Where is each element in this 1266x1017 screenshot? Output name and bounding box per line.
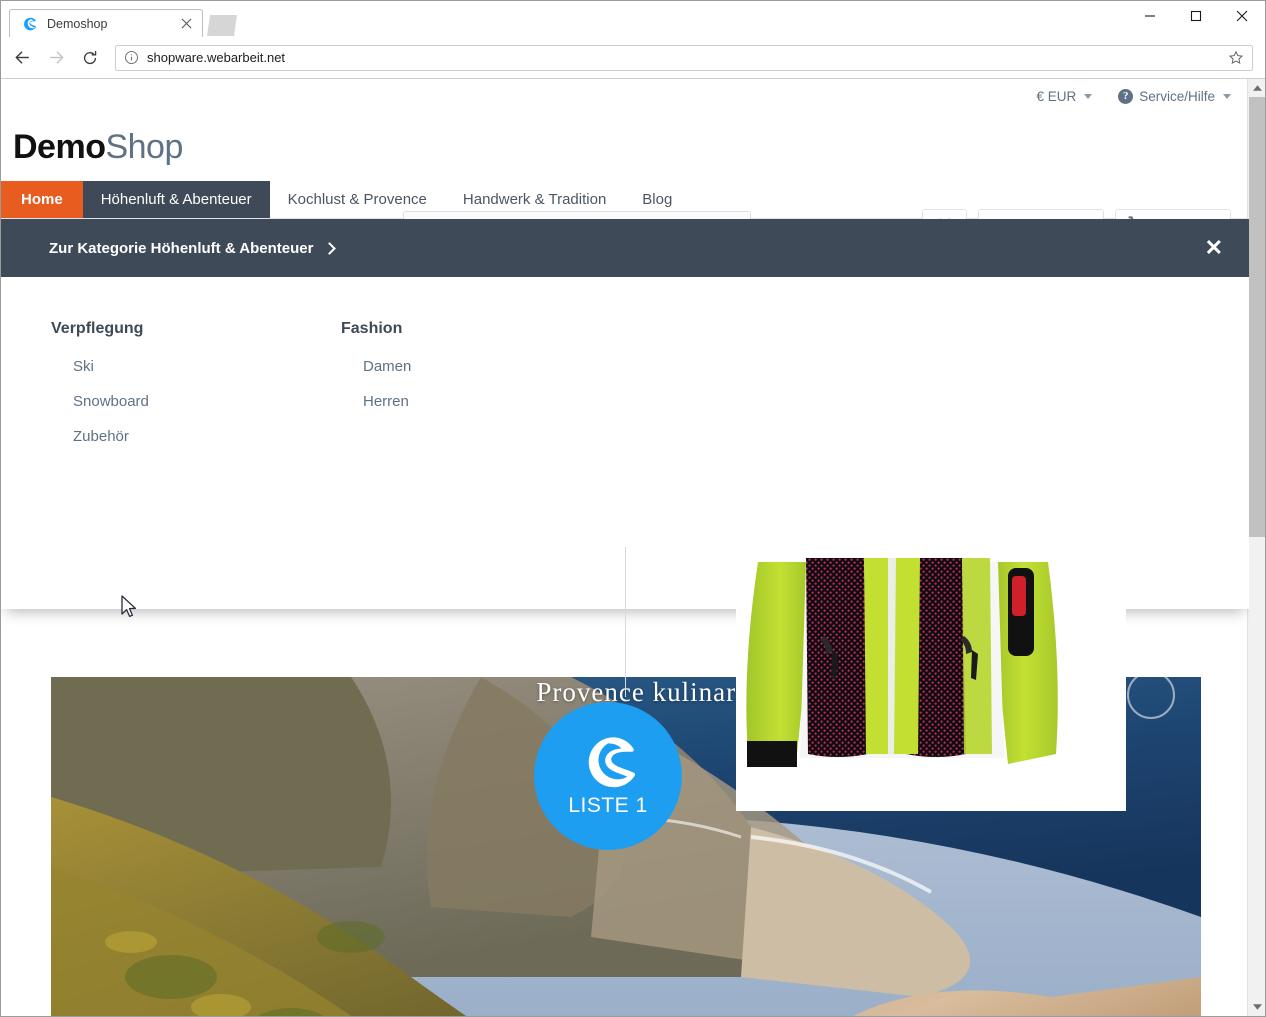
scroll-up-icon[interactable] xyxy=(1248,79,1265,97)
goto-category-link[interactable]: Zur Kategorie Höhenluft & Abenteuer xyxy=(49,239,337,257)
tab-title: Demoshop xyxy=(47,16,108,31)
minimize-button[interactable] xyxy=(1127,1,1173,31)
flyout-link-damen[interactable]: Damen xyxy=(363,358,575,375)
goto-category-label: Zur Kategorie Höhenluft & Abenteuer xyxy=(49,239,314,257)
ski-jacket-teaser-image[interactable] xyxy=(736,558,1126,811)
scroll-down-icon[interactable] xyxy=(1248,998,1265,1016)
currency-label: € EUR xyxy=(1036,88,1077,104)
chevron-right-icon xyxy=(323,241,337,255)
maximize-button[interactable] xyxy=(1173,1,1219,31)
chevron-down-icon xyxy=(1084,93,1093,99)
category-flyout: Zur Kategorie Höhenluft & Abenteuer ✕ Ve… xyxy=(1,219,1249,850)
shop-page: Provence kulinarisch € EUR ? Service/Hil… xyxy=(1,79,1249,1016)
shop-logo[interactable]: DemoShop xyxy=(13,128,183,167)
forward-arrow-icon[interactable] xyxy=(41,43,71,73)
flyout-close-icon[interactable]: ✕ xyxy=(1205,237,1223,259)
question-circle-icon: ? xyxy=(1118,88,1134,104)
page-scrollbar[interactable] xyxy=(1247,79,1265,1016)
logo-light: Shop xyxy=(105,127,183,166)
nav-item-hoehenluft[interactable]: Höhenluft & Abenteuer xyxy=(82,181,270,218)
service-label: Service/Hilfe xyxy=(1139,88,1215,104)
reload-icon[interactable] xyxy=(75,43,105,73)
nav-item-home[interactable]: Home xyxy=(1,181,83,218)
flyout-header: Zur Kategorie Höhenluft & Abenteuer ✕ xyxy=(1,219,1249,277)
shop-header: DemoShop xyxy=(1,113,1249,181)
new-tab-icon[interactable] xyxy=(207,15,237,36)
address-bar[interactable]: shopware.webarbeit.net xyxy=(115,44,1253,71)
scrollbar-thumb[interactable] xyxy=(1249,97,1265,537)
browser-titlebar: Demoshop xyxy=(1,1,1265,37)
utility-bar: € EUR ? Service/Hilfe xyxy=(1,79,1249,113)
tab-close-icon[interactable] xyxy=(178,16,194,32)
mouse-cursor xyxy=(120,595,138,619)
flyout-column-verpflegung: Verpflegung Ski Snowboard Zubehör xyxy=(1,304,289,609)
window-controls xyxy=(1127,1,1265,31)
close-button[interactable] xyxy=(1219,1,1265,31)
tab-strip: Demoshop xyxy=(1,1,237,37)
star-icon[interactable] xyxy=(1228,50,1244,66)
logo-bold: Demo xyxy=(13,127,106,166)
shopware-logo-icon xyxy=(578,734,638,790)
flyout-link-ski[interactable]: Ski xyxy=(73,358,289,375)
liste-1-label: LISTE 1 xyxy=(568,794,648,817)
column-title: Fashion xyxy=(341,320,403,337)
flyout-link-zubehoer[interactable]: Zubehör xyxy=(73,428,289,445)
page-info-icon[interactable] xyxy=(124,50,139,65)
browser-toolbar: shopware.webarbeit.net xyxy=(1,37,1265,79)
shopware-logo-icon xyxy=(22,16,38,32)
liste-1-badge[interactable]: LISTE 1 xyxy=(534,702,682,850)
address-bar-url: shopware.webarbeit.net xyxy=(147,50,286,65)
currency-selector[interactable]: € EUR xyxy=(1036,88,1093,104)
flyout-divider xyxy=(625,547,626,697)
flyout-link-snowboard[interactable]: Snowboard xyxy=(73,393,289,410)
flyout-column-fashion: Fashion Damen Herren xyxy=(289,304,575,609)
back-arrow-icon[interactable] xyxy=(7,43,37,73)
column-title: Verpflegung xyxy=(51,320,144,337)
page-viewport: Provence kulinarisch € EUR ? Service/Hil… xyxy=(1,79,1265,1016)
browser-tab[interactable]: Demoshop xyxy=(9,9,203,37)
service-menu[interactable]: ? Service/Hilfe xyxy=(1118,88,1231,104)
flyout-link-herren[interactable]: Herren xyxy=(363,393,575,410)
browser-window: Demoshop shopware.webarbeit.net Provence… xyxy=(0,0,1266,1017)
chevron-down-icon xyxy=(1223,93,1231,99)
